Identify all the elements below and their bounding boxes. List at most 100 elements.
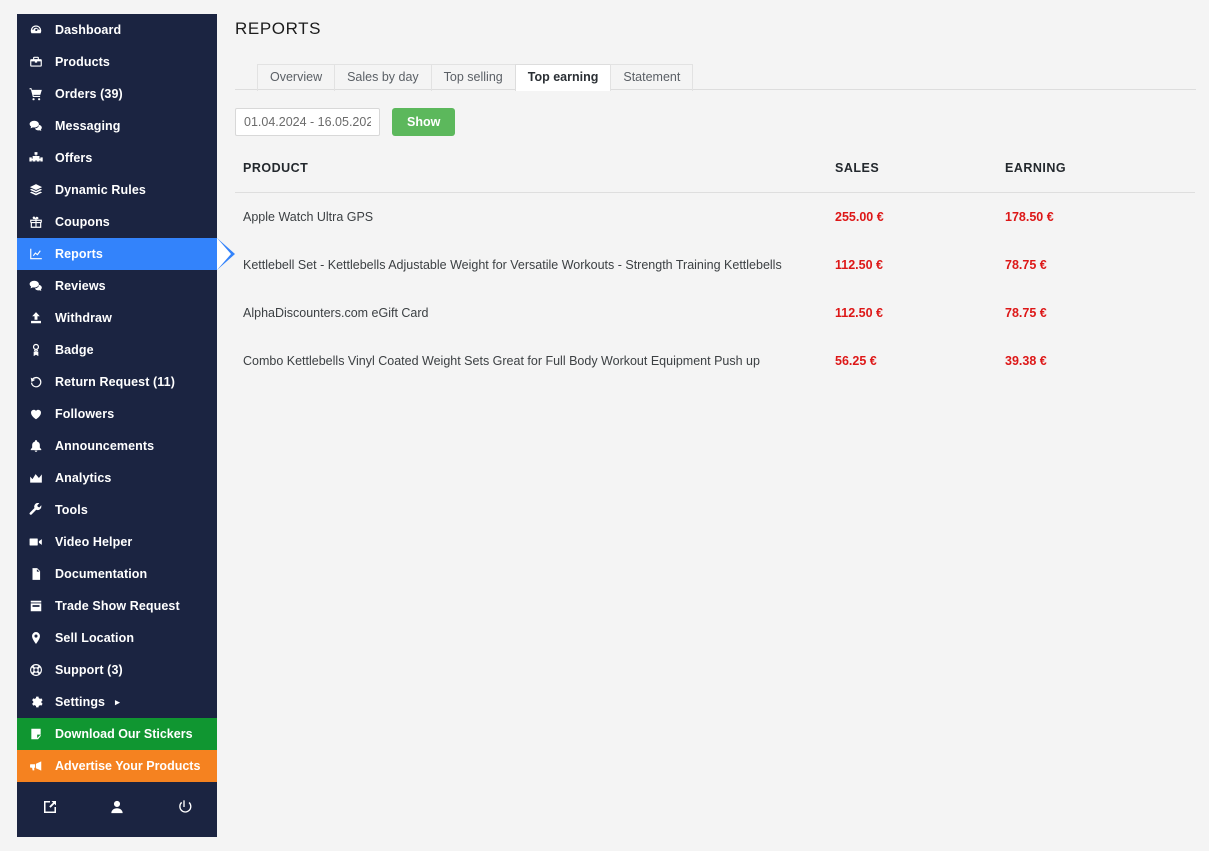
dashboard-icon [29, 23, 55, 37]
cell-product: Kettlebell Set - Kettlebells Adjustable … [243, 258, 782, 272]
chevron-right-icon: ▸ [115, 696, 120, 707]
active-indicator-notch [217, 238, 235, 270]
sidebar-item-label: Return Request (11) [55, 375, 175, 389]
sidebar-item-label: Offers [55, 151, 93, 165]
sidebar-item-label: Tools [55, 503, 88, 517]
sitemap-icon [29, 151, 55, 165]
sidebar-item-settings[interactable]: Settings ▸ [17, 686, 217, 718]
sidebar-item-dynamic-rules[interactable]: Dynamic Rules [17, 174, 217, 206]
tab-list: Overview Sales by day Top selling Top earni… [257, 62, 1196, 91]
chat-bubbles-icon [29, 119, 55, 133]
tab-bar: Overview Sales by day Top selling Top earni… [235, 62, 1196, 91]
user-icon[interactable] [109, 799, 125, 815]
sidebar-item-label: Support (3) [55, 663, 123, 677]
sidebar-item-label: Messaging [55, 119, 121, 133]
award-icon [29, 343, 55, 357]
cell-earning: 78.75 € [1005, 258, 1047, 272]
sidebar-footer [17, 782, 217, 837]
sidebar-item-label: Reports [55, 247, 103, 261]
sidebar-item-sell-location[interactable]: Sell Location [17, 622, 217, 654]
power-icon[interactable] [176, 799, 192, 815]
sidebar: Dashboard Products Orders (39) Messaging Off… [17, 14, 235, 837]
bar-chart-icon [29, 471, 55, 485]
sidebar-item-orders-39[interactable]: Orders (39) [17, 78, 217, 110]
sidebar-item-offers[interactable]: Offers [17, 142, 217, 174]
sidebar-item-label: Dynamic Rules [55, 183, 146, 197]
sidebar-item-label: Video Helper [55, 535, 133, 549]
sidebar-item-reviews[interactable]: Reviews [17, 270, 217, 302]
show-button[interactable]: Show [392, 108, 456, 136]
bell-icon [29, 439, 55, 453]
sidebar-item-label: Withdraw [55, 311, 112, 325]
external-link-icon[interactable] [42, 799, 58, 815]
megaphone-icon [29, 759, 55, 773]
sidebar-item-analytics[interactable]: Analytics [17, 462, 217, 494]
sidebar-item-label: Products [55, 55, 110, 69]
app-root: Dashboard Products Orders (39) Messaging Off… [0, 0, 1209, 851]
tab-sales-by-day[interactable]: Sales by day [334, 64, 432, 91]
tab-top-selling[interactable]: Top selling [430, 64, 516, 91]
store-icon [29, 599, 55, 613]
cell-sales: 56.25 € [835, 354, 877, 368]
sidebar-item-label: Sell Location [55, 631, 135, 645]
filter-row: Show [235, 108, 1196, 136]
sidebar-item-label: Settings [55, 695, 106, 709]
table-row: Combo Kettlebells Vinyl Coated Weight Se… [235, 337, 1195, 385]
sidebar-item-tools[interactable]: Tools [17, 494, 217, 526]
sidebar-item-trade-show-request[interactable]: Trade Show Request [17, 590, 217, 622]
shopping-cart-icon [29, 87, 55, 101]
file-icon [29, 567, 55, 581]
promo-label: Download Our Stickers [55, 727, 193, 741]
sidebar-item-return-request-11[interactable]: Return Request (11) [17, 366, 217, 398]
cell-sales: 112.50 € [835, 258, 883, 272]
sidebar-item-label: Analytics [55, 471, 112, 485]
sidebar-item-support-3[interactable]: Support (3) [17, 654, 217, 686]
table-head: PRODUCT SALES EARNING [235, 161, 1195, 193]
briefcase-icon [29, 55, 55, 69]
top-earning-table: PRODUCT SALES EARNING Apple Watch Ultra … [235, 161, 1195, 385]
sidebar-item-documentation[interactable]: Documentation [17, 558, 217, 590]
tab-top-earning[interactable]: Top earning [514, 64, 612, 91]
gift-icon [29, 215, 55, 229]
main-content: REPORTS Overview Sales by day Top selling T… [235, 0, 1196, 851]
sidebar-item-announcements[interactable]: Announcements [17, 430, 217, 462]
page-title: REPORTS [235, 19, 322, 38]
table-body: Apple Watch Ultra GPS 255.00 € 178.50 € Ket… [235, 193, 1195, 386]
undo-icon [29, 375, 55, 389]
gear-icon [29, 695, 55, 709]
tab-statement[interactable]: Statement [610, 64, 694, 91]
sidebar-item-coupons[interactable]: Coupons [17, 206, 217, 238]
column-header-product: PRODUCT [235, 161, 835, 193]
sidebar-item-reports[interactable]: Reports [17, 238, 235, 270]
sidebar-item-withdraw[interactable]: Withdraw [17, 302, 217, 334]
table-header-row: PRODUCT SALES EARNING [235, 161, 1195, 193]
cell-sales: 255.00 € [835, 210, 884, 224]
sidebar-item-label: Announcements [55, 439, 155, 453]
sidebar-item-label: Orders (39) [55, 87, 123, 101]
sidebar-item-label: Followers [55, 407, 115, 421]
sidebar-item-products[interactable]: Products [17, 46, 217, 78]
cell-sales: 112.50 € [835, 306, 883, 320]
sidebar-item-label: Coupons [55, 215, 110, 229]
sidebar-item-label: Reviews [55, 279, 106, 293]
promo-label: Advertise Your Products [55, 759, 201, 773]
table-row: AlphaDiscounters.com eGift Card 112.50 € 7… [235, 289, 1195, 337]
sidebar-item-badge[interactable]: Badge [17, 334, 217, 366]
life-ring-icon [29, 663, 55, 677]
cell-product: Combo Kettlebells Vinyl Coated Weight Se… [243, 354, 760, 368]
download-stickers-button[interactable]: Download Our Stickers [17, 718, 217, 750]
sidebar-item-label: Documentation [55, 567, 148, 581]
upload-icon [29, 311, 55, 325]
heart-icon [29, 407, 55, 421]
cell-earning: 178.50 € [1005, 210, 1054, 224]
sidebar-item-followers[interactable]: Followers [17, 398, 217, 430]
sidebar-item-video-helper[interactable]: Video Helper [17, 526, 217, 558]
layers-icon [29, 183, 55, 197]
sidebar-item-messaging[interactable]: Messaging [17, 110, 217, 142]
column-header-earning: EARNING [1005, 161, 1195, 193]
tab-overview[interactable]: Overview [257, 64, 336, 91]
cell-product: Apple Watch Ultra GPS [243, 210, 374, 224]
sidebar-item-dashboard[interactable]: Dashboard [17, 14, 217, 46]
advertise-products-button[interactable]: Advertise Your Products [17, 750, 217, 782]
daterange-input[interactable] [235, 108, 380, 136]
